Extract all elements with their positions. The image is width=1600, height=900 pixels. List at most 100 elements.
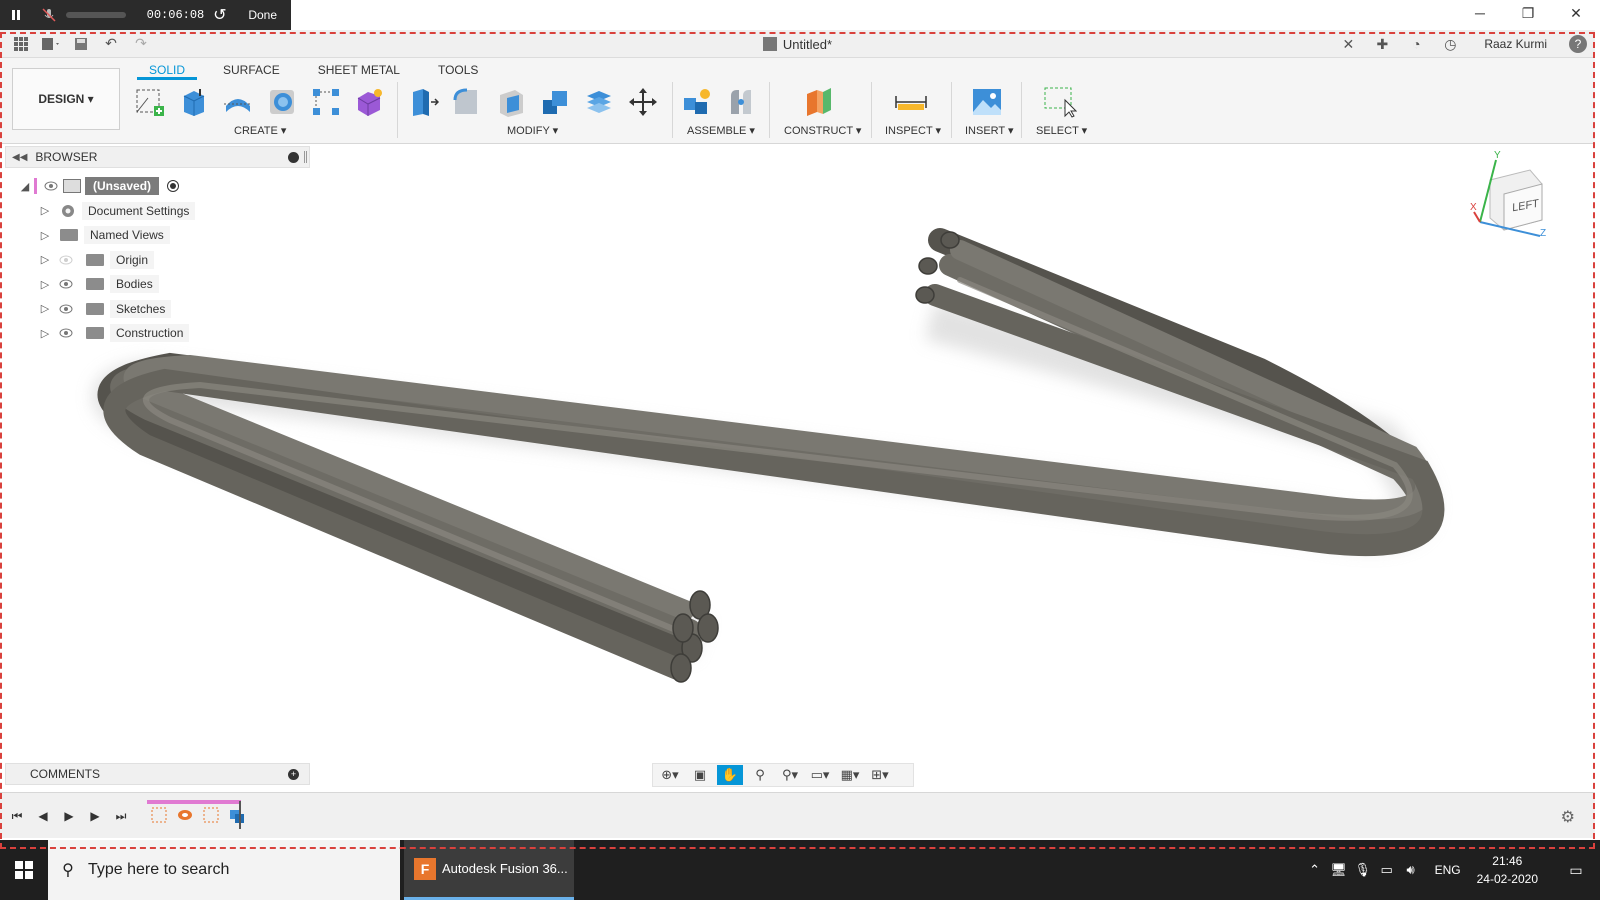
microphone-icon[interactable]: 🎙︎ [1351, 862, 1375, 878]
select-menu[interactable]: SELECT ▾ [1036, 124, 1087, 137]
rectangular-pattern-icon[interactable] [309, 85, 343, 119]
minimize-button[interactable]: ─ [1456, 0, 1504, 26]
tree-item-sketches[interactable]: ▷ Sketches [18, 297, 195, 322]
language-indicator[interactable]: ENG [1435, 863, 1461, 877]
windows-start-icon[interactable] [0, 840, 48, 900]
hidden-eye-icon[interactable] [58, 254, 74, 266]
display-settings-icon[interactable]: ▭▾ [807, 765, 833, 785]
pattern-feature-icon[interactable] [225, 803, 249, 827]
sketch-feature-icon[interactable] [147, 803, 171, 827]
joint-icon[interactable] [724, 85, 758, 119]
expand-triangle-icon[interactable]: ▷ [38, 277, 52, 291]
revolve-icon[interactable] [221, 85, 255, 119]
browser-resize-grip[interactable] [304, 151, 307, 163]
window-select-icon[interactable] [1043, 85, 1077, 119]
pan-hand-icon[interactable]: ✋ [717, 765, 743, 785]
collapse-browser-icon[interactable]: ◀◀ [12, 152, 27, 163]
modify-menu[interactable]: MODIFY ▾ [507, 124, 558, 137]
tab-sheet-metal[interactable]: SHEET METAL [306, 60, 412, 80]
expand-triangle-icon[interactable]: ▷ [38, 228, 52, 242]
go-to-end-icon[interactable]: ⏭ [112, 807, 130, 825]
offset-plane-icon[interactable] [802, 85, 836, 119]
notifications-clock-icon[interactable]: ◷ [1438, 33, 1462, 55]
sweep-icon[interactable] [265, 85, 299, 119]
create-menu[interactable]: CREATE ▾ [234, 124, 286, 137]
inspect-menu[interactable]: INSPECT ▾ [885, 124, 941, 137]
restart-icon[interactable]: ↺ [205, 0, 234, 30]
new-tab-icon[interactable]: ✚ [1370, 33, 1394, 55]
extrude-icon[interactable] [177, 85, 211, 119]
chevron-up-icon[interactable]: ⌃ [1303, 862, 1327, 878]
expand-triangle-icon[interactable]: ▷ [38, 204, 52, 218]
tree-item-named-views[interactable]: ▷ Named Views [18, 223, 195, 248]
3d-viewport[interactable] [0, 145, 1595, 790]
visibility-eye-icon[interactable] [43, 180, 59, 192]
mic-muted-icon[interactable] [33, 0, 66, 30]
volume-icon[interactable]: 🔊︎ [1399, 862, 1423, 878]
viewports-icon[interactable]: ⊞▾ [867, 765, 893, 785]
fillet-icon[interactable] [450, 85, 484, 119]
redo-icon[interactable]: ↷ [128, 33, 154, 55]
shell-icon[interactable] [494, 85, 528, 119]
timeline-marker[interactable] [239, 801, 241, 829]
battery-icon[interactable]: ▭ [1375, 862, 1399, 878]
grid-settings-icon[interactable]: ▦▾ [837, 765, 863, 785]
timeline-settings-gear-icon[interactable]: ⚙ [1561, 807, 1575, 827]
step-forward-icon[interactable]: ▶ [86, 807, 104, 825]
root-component-label[interactable]: (Unsaved) [85, 177, 160, 196]
combine-icon[interactable] [538, 85, 572, 119]
collapse-triangle-icon[interactable]: ◢ [18, 179, 32, 193]
close-tab-icon[interactable]: ✕ [1336, 33, 1360, 55]
insert-menu[interactable]: INSERT ▾ [965, 124, 1014, 137]
close-window-button[interactable]: ✕ [1552, 0, 1600, 26]
workspace-switcher[interactable]: DESIGN ▾ [12, 68, 120, 130]
file-menu-icon[interactable] [38, 33, 64, 55]
visibility-eye-icon[interactable] [58, 278, 74, 290]
tree-item-construction[interactable]: ▷ Construction [18, 321, 195, 346]
user-name[interactable]: Raaz Kurmi [1484, 37, 1547, 51]
cable-model[interactable] [0, 145, 1595, 790]
undo-icon[interactable]: ↶ [98, 33, 124, 55]
fit-zoom-icon[interactable]: ⚲▾ [777, 765, 803, 785]
step-back-icon[interactable]: ◀ [34, 807, 52, 825]
tree-item-document-settings[interactable]: ▷ Document Settings [18, 199, 196, 224]
expand-triangle-icon[interactable]: ▷ [38, 253, 52, 267]
help-icon[interactable]: ? [1569, 35, 1587, 53]
visibility-eye-icon[interactable] [58, 327, 74, 339]
activate-radio-icon[interactable] [167, 180, 180, 193]
offset-face-icon[interactable] [582, 85, 616, 119]
job-status-icon[interactable]: ◔ [1404, 33, 1428, 55]
expand-triangle-icon[interactable]: ▷ [38, 326, 52, 340]
construct-menu[interactable]: CONSTRUCT ▾ [784, 124, 861, 137]
done-button[interactable]: Done [234, 0, 291, 30]
orbit-icon[interactable]: ⊕▾ [657, 765, 683, 785]
tree-item-bodies[interactable]: ▷ Bodies [18, 272, 195, 297]
new-component-icon[interactable] [680, 85, 714, 119]
assemble-menu[interactable]: ASSEMBLE ▾ [687, 124, 755, 137]
apps-grid-icon[interactable] [8, 33, 34, 55]
expand-triangle-icon[interactable]: ▷ [38, 302, 52, 316]
press-pull-icon[interactable] [406, 85, 440, 119]
look-at-icon[interactable]: ▣ [687, 765, 713, 785]
tree-root[interactable]: ◢ (Unsaved) [18, 174, 195, 199]
taskbar-search-box[interactable]: ⚲ Type here to search [48, 840, 400, 900]
measure-icon[interactable] [894, 85, 928, 119]
action-center-icon[interactable]: ▭ [1552, 862, 1600, 879]
move-copy-icon[interactable] [626, 85, 660, 119]
zoom-icon[interactable]: ⚲ [747, 765, 773, 785]
save-icon[interactable] [68, 33, 94, 55]
visibility-eye-icon[interactable] [58, 303, 74, 315]
restore-button[interactable]: ❐ [1504, 0, 1552, 26]
sketch-feature-icon[interactable] [199, 803, 223, 827]
sweep-feature-icon[interactable] [173, 803, 197, 827]
tab-solid[interactable]: SOLID [137, 60, 198, 80]
taskbar-clock[interactable]: 21:46 24-02-2020 [1477, 852, 1538, 888]
go-to-start-icon[interactable]: ⏮ [8, 807, 26, 825]
tab-surface[interactable]: SURFACE [211, 60, 292, 80]
browser-options-icon[interactable] [288, 151, 299, 163]
view-cube[interactable]: LEFT Y Z X [1470, 150, 1550, 240]
pause-icon[interactable] [0, 0, 33, 30]
tab-tools[interactable]: TOOLS [426, 60, 490, 80]
tree-item-origin[interactable]: ▷ Origin [18, 248, 195, 273]
create-form-icon[interactable] [353, 85, 387, 119]
